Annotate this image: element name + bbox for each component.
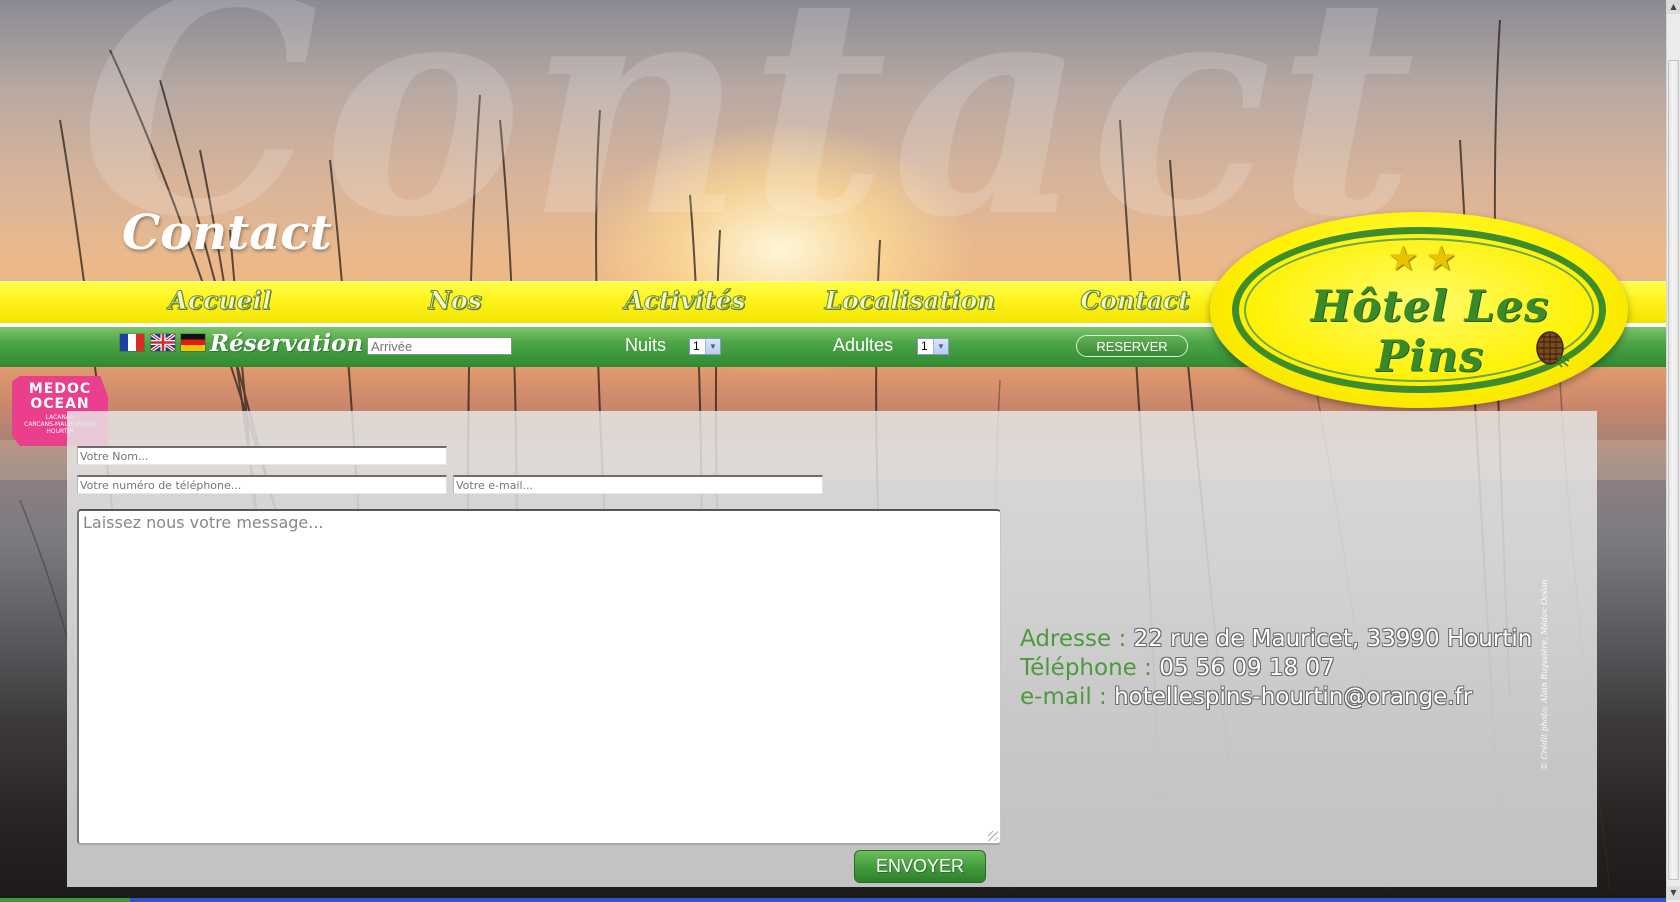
badge-line-ocean: OCEAN — [30, 396, 90, 412]
photo-credit: © Crédit photo: Alain Ruyssière, Médoc O… — [1540, 579, 1549, 770]
resize-grip-icon[interactable] — [988, 831, 998, 841]
email-line: e-mail : hotellespins-hourtin@orange.fr — [1020, 683, 1472, 712]
phone-line: Téléphone : 05 56 09 18 07 — [1020, 654, 1335, 683]
fr-flag-icon[interactable] — [120, 334, 144, 351]
send-button[interactable]: ENVOYER — [854, 850, 986, 883]
address-line: Adresse : 22 rue de Mauricet, 33990 Hour… — [1020, 625, 1532, 654]
phone-label: Téléphone : — [1020, 655, 1152, 681]
email-label: e-mail : — [1020, 684, 1107, 710]
star-icon: ★ — [1426, 239, 1457, 279]
nav-item-activites[interactable]: Activités — [610, 284, 760, 318]
reservation-label: Réservation — [210, 330, 364, 357]
pinecone-icon — [1536, 331, 1570, 368]
nav-item-accueil[interactable]: Accueil — [150, 284, 290, 318]
chevron-down-icon: ▼ — [705, 339, 720, 354]
phone-field[interactable] — [77, 475, 447, 494]
adults-label: Adultes — [833, 335, 894, 355]
nights-select[interactable]: 1 ▼ — [689, 338, 721, 355]
taskbar-strip — [0, 898, 1666, 902]
vertical-scrollbar[interactable]: ▲ ▼ — [1666, 0, 1680, 902]
phone-value: 05 56 09 18 07 — [1159, 655, 1335, 681]
scrollbar-thumb[interactable] — [1668, 60, 1679, 880]
message-textarea[interactable]: Laissez nous votre message... — [77, 509, 1001, 845]
name-field[interactable] — [77, 446, 447, 465]
message-placeholder: Laissez nous votre message... — [83, 513, 324, 532]
address-label: Adresse : — [1020, 626, 1127, 652]
email-value[interactable]: hotellespins-hourtin@orange.fr — [1114, 684, 1472, 710]
chevron-down-icon: ▼ — [933, 339, 948, 354]
star-icon: ★ — [1388, 239, 1419, 279]
uk-flag-icon[interactable] — [151, 334, 175, 351]
arrival-date-input[interactable] — [367, 337, 512, 355]
reserve-button[interactable]: RESERVER — [1076, 335, 1188, 357]
scroll-down-icon[interactable]: ▼ — [1667, 886, 1680, 900]
adults-select-value: 1 — [921, 339, 928, 353]
nights-label: Nuits — [625, 335, 667, 355]
nav-item-nos-chambres[interactable]: Nos Chambres — [355, 284, 555, 350]
page-title: Contact — [122, 205, 332, 261]
email-field[interactable] — [453, 475, 823, 494]
adults-select[interactable]: 1 ▼ — [917, 338, 949, 355]
badge-line-medoc: MEDOC — [28, 381, 92, 397]
scroll-up-icon[interactable]: ▲ — [1667, 0, 1680, 14]
uk-flag-graphic — [151, 334, 175, 351]
de-flag-icon[interactable] — [181, 334, 205, 351]
nights-select-value: 1 — [693, 339, 700, 353]
nav-item-contact[interactable]: Contact — [1070, 284, 1200, 318]
nav-item-localisation[interactable]: Localisation — [820, 284, 1000, 318]
page: Contact Contact Accueil Nos Chambres Act… — [0, 0, 1666, 902]
address-value: 22 rue de Mauricet, 33990 Hourtin — [1133, 626, 1533, 652]
